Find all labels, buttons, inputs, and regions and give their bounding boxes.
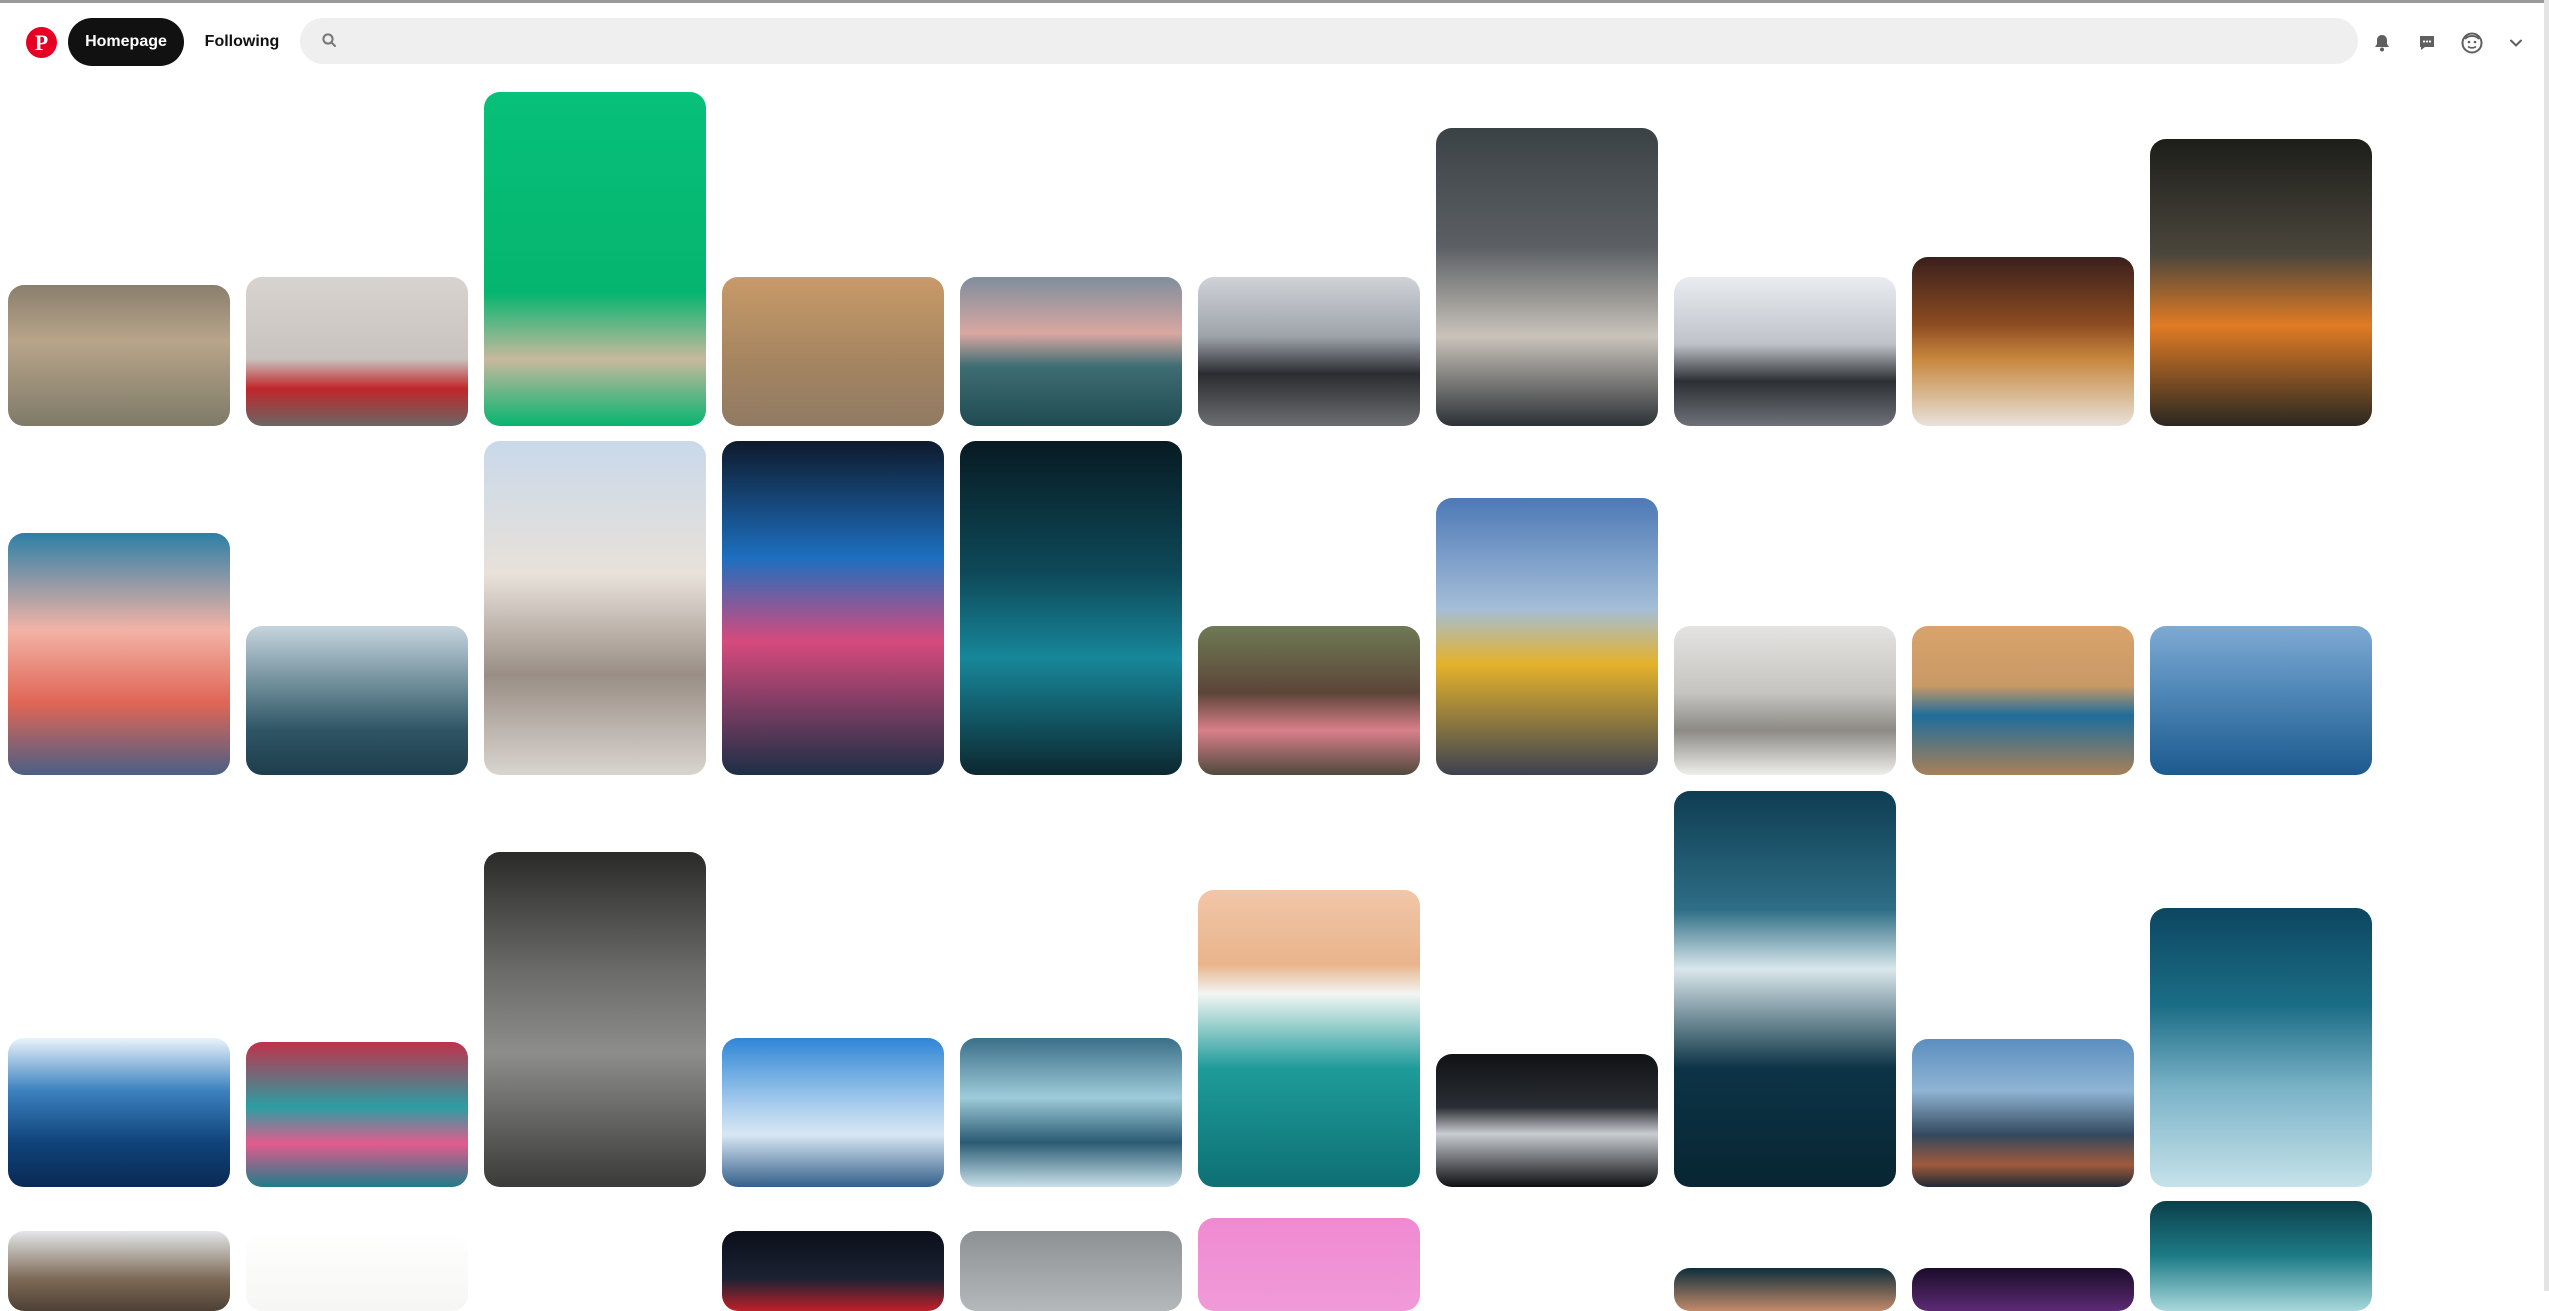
pin-image[interactable]: [1198, 1218, 1420, 1311]
pin-image[interactable]: [1912, 1268, 2134, 1311]
pin-image[interactable]: [1674, 277, 1896, 426]
pin-masonry-grid: [0, 77, 2544, 1311]
messages-icon[interactable]: [2409, 25, 2445, 61]
pin-image[interactable]: [1912, 626, 2134, 775]
logo-letter: P: [34, 29, 49, 55]
pin-image[interactable]: [1674, 791, 1896, 1187]
profile-avatar-icon[interactable]: [2454, 25, 2490, 61]
pin-image[interactable]: [960, 1231, 1182, 1311]
homepage-tab[interactable]: Homepage: [68, 18, 184, 66]
pin-image[interactable]: [1674, 626, 1896, 775]
pinterest-logo-icon[interactable]: P: [26, 27, 57, 58]
pin-image[interactable]: [246, 1042, 468, 1187]
page-scrollbar[interactable]: [2544, 0, 2549, 1291]
pin-image[interactable]: [1674, 1268, 1896, 1311]
pin-image[interactable]: [1198, 890, 1420, 1187]
pin-image[interactable]: [1436, 498, 1658, 775]
pin-image[interactable]: [1912, 1039, 2134, 1187]
pin-image[interactable]: [484, 441, 706, 775]
pin-image[interactable]: [246, 277, 468, 426]
account-menu-chevron-icon[interactable]: [2498, 25, 2534, 61]
search-input[interactable]: [352, 18, 2346, 66]
pin-image[interactable]: [1912, 257, 2134, 426]
top-navigation-bar: P Homepage Following: [0, 3, 2549, 77]
pin-image[interactable]: [8, 533, 230, 775]
pin-image[interactable]: [1198, 277, 1420, 426]
pin-image[interactable]: [722, 1038, 944, 1187]
pin-image[interactable]: [2150, 908, 2372, 1187]
pin-image[interactable]: [1198, 626, 1420, 775]
pin-image[interactable]: [1436, 128, 1658, 426]
pin-image[interactable]: [484, 92, 706, 426]
pin-image[interactable]: [722, 1231, 944, 1311]
search-icon: [322, 33, 336, 47]
pin-image[interactable]: [722, 441, 944, 775]
pin-image[interactable]: [722, 277, 944, 426]
notification-bell-icon[interactable]: [2364, 25, 2400, 61]
following-tab[interactable]: Following: [196, 18, 288, 66]
pin-image[interactable]: [8, 1038, 230, 1187]
pin-image[interactable]: [484, 852, 706, 1187]
pin-image[interactable]: [960, 277, 1182, 426]
pin-image[interactable]: [246, 626, 468, 775]
pin-image[interactable]: [1436, 1054, 1658, 1187]
pin-image[interactable]: [960, 441, 1182, 775]
pin-image[interactable]: [8, 1231, 230, 1311]
pin-image[interactable]: [960, 1038, 1182, 1187]
pin-image[interactable]: [2150, 626, 2372, 775]
search-bar[interactable]: [300, 18, 2358, 66]
pin-image[interactable]: [2150, 139, 2372, 426]
pin-image[interactable]: [8, 285, 230, 426]
pin-image[interactable]: [2150, 1201, 2372, 1311]
pin-image[interactable]: [246, 1231, 468, 1311]
